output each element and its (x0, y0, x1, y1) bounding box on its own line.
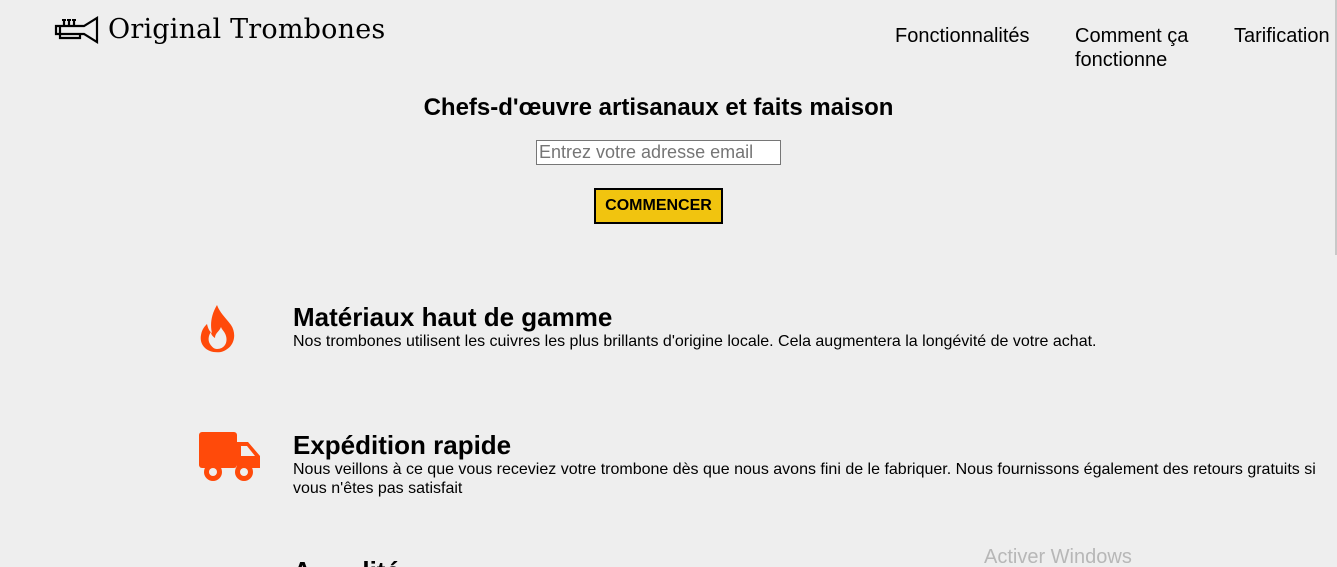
feature-title: Matériaux haut de gamme (293, 302, 613, 332)
feature-text: Nos trombones utilisent les cuivres les … (293, 333, 1097, 350)
trumpet-icon (54, 15, 99, 44)
nav-link-features[interactable]: Fonctionnalités (895, 24, 1030, 48)
nav-link-how-it-works[interactable]: Comment ça fonctionne (1075, 24, 1205, 72)
hero-title: Chefs-d'œuvre artisanaux et faits maison (423, 94, 894, 121)
logo[interactable]: Original Trombones (54, 14, 385, 45)
feature-body: Matériaux haut de gamme Nos trombones ut… (293, 302, 1337, 351)
activation-watermark: Activer Windows (984, 546, 1132, 567)
fire-icon (200, 305, 235, 353)
main-nav: Fonctionnalités Comment ça fonctionne Ta… (895, 24, 1337, 74)
page: Original Trombones Fonctionnalités Comme… (0, 0, 1337, 567)
feature-title: A... ...lité (293, 556, 1337, 567)
truck-icon (199, 432, 260, 481)
email-input[interactable] (536, 140, 781, 165)
logo-text: Original Trombones (108, 14, 386, 45)
nav-link-pricing[interactable]: Tarification (1234, 24, 1330, 48)
feature-body: A... ...lité (293, 556, 1337, 567)
feature-title: Expédition rapide (293, 430, 512, 460)
start-button[interactable]: COMMENCER (594, 188, 723, 224)
feature-text: Nous veillons à ce que vous receviez vot… (293, 461, 1316, 497)
feature-body: Expédition rapide Nous veillons à ce que… (293, 430, 1337, 498)
